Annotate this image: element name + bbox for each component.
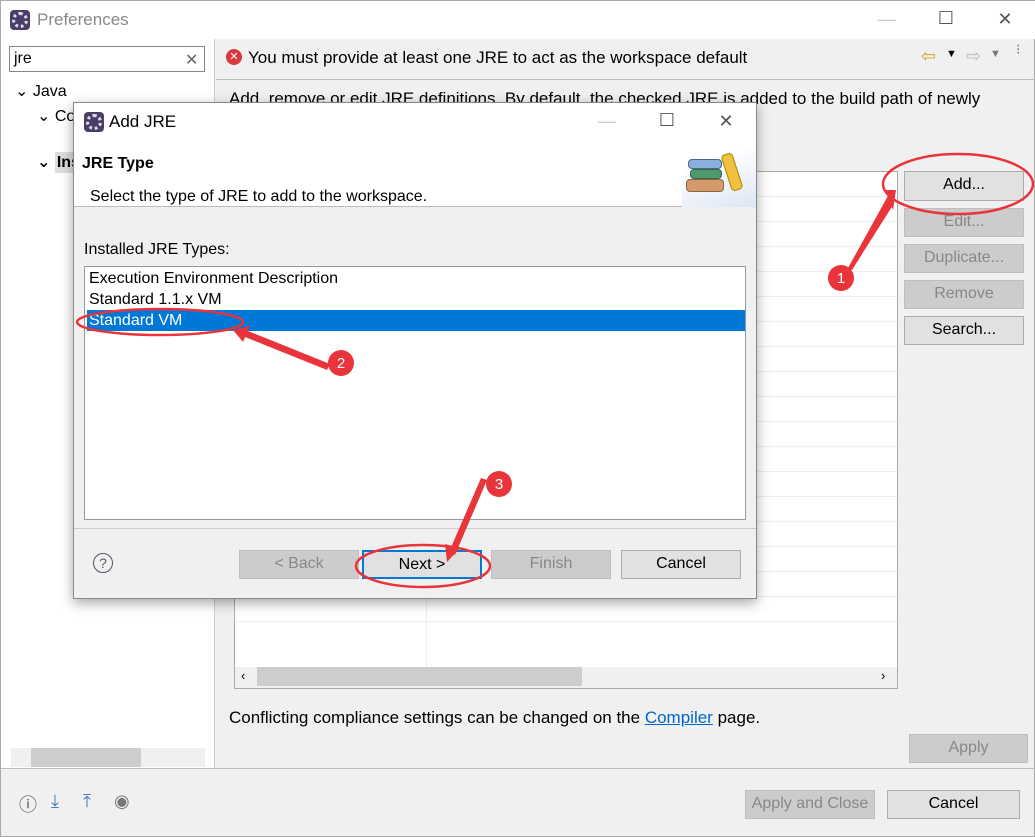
annotation-arrow-3: [449, 478, 487, 555]
step-label: 2: [337, 355, 345, 372]
step-label: 3: [495, 476, 503, 493]
annotation-arrow-2: [240, 329, 330, 370]
annotation-ellipse-standard-vm: [75, 307, 245, 337]
annotation-arrow-1: [848, 194, 893, 270]
annotation-overlay: 1 2 3: [75, 152, 1035, 589]
annotation-ellipse-add: [881, 152, 1035, 216]
annotation-ellipse-next: [354, 543, 492, 589]
step-label: 1: [837, 270, 845, 287]
